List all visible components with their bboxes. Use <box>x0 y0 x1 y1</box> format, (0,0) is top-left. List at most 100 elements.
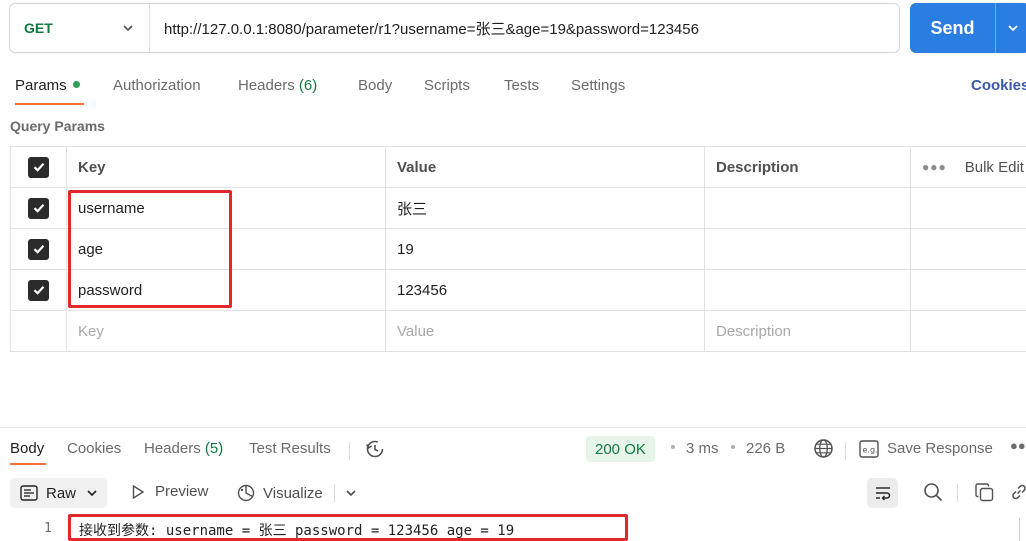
param-value-input[interactable]: 19 <box>386 229 705 269</box>
more-options-icon[interactable]: ●●● <box>922 160 947 174</box>
row-spacer <box>911 188 1026 228</box>
request-tabs: Params Authorization Headers (6) Body Sc… <box>0 70 1026 106</box>
tab-body[interactable]: Body <box>358 77 392 94</box>
response-divider <box>0 427 1026 428</box>
method-select[interactable]: GET <box>10 4 150 52</box>
select-all-checkbox[interactable] <box>28 156 49 178</box>
response-tab-headers[interactable]: Headers (5) <box>144 440 223 457</box>
send-label: Send <box>930 17 975 38</box>
row-checkbox[interactable] <box>28 238 49 260</box>
tab-params-label: Params <box>15 77 67 94</box>
bullet <box>731 445 735 449</box>
chevron-down-icon <box>123 25 133 32</box>
method-label: GET <box>24 20 53 36</box>
send-button[interactable]: Send <box>910 3 1026 53</box>
row-checkbox[interactable] <box>28 197 49 219</box>
response-tab-test-results[interactable]: Test Results <box>249 440 331 457</box>
divider <box>334 484 335 502</box>
divider <box>957 484 958 502</box>
response-size: 226 B <box>746 440 786 457</box>
highlight-box-keys <box>68 190 232 308</box>
send-options-chevron-icon[interactable] <box>996 21 1026 35</box>
column-header-description: Description <box>705 147 911 187</box>
tab-headers[interactable]: Headers (6) <box>238 77 317 94</box>
tab-headers-count: (6) <box>298 77 318 94</box>
response-tab-body[interactable]: Body <box>10 440 44 457</box>
format-label: Raw <box>46 484 77 502</box>
wrap-lines-button[interactable] <box>867 478 898 508</box>
new-key-input[interactable]: Key <box>67 311 386 351</box>
row-spacer <box>911 270 1026 310</box>
visualize-label: Visualize <box>263 484 323 502</box>
tab-settings[interactable]: Settings <box>571 77 625 94</box>
visualize-button[interactable]: Visualize <box>236 483 323 503</box>
text-format-icon <box>20 485 38 501</box>
tab-authorization[interactable]: Authorization <box>113 77 201 94</box>
response-time: 3 ms <box>686 440 719 457</box>
scrollbar[interactable] <box>1019 518 1026 541</box>
svg-text:e.g.: e.g. <box>863 446 878 455</box>
status-badge: 200 OK <box>586 436 655 462</box>
param-description-input[interactable] <box>705 270 911 310</box>
url-input[interactable]: http://127.0.0.1:8080/parameter/r1?usern… <box>150 18 699 39</box>
link-icon[interactable] <box>1010 483 1026 501</box>
bulk-edit-cell: ●●● Bulk Edit <box>911 147 1026 187</box>
row-checkbox[interactable] <box>28 279 49 301</box>
select-all-cell <box>11 147 67 187</box>
column-header-key: Key <box>67 147 386 187</box>
param-value-input[interactable]: 张三 <box>386 188 705 228</box>
param-description-input[interactable] <box>705 188 911 228</box>
active-tab-indicator <box>15 103 84 105</box>
row-checkbox-cell <box>11 188 67 228</box>
cookies-link[interactable]: Cookies <box>971 77 1026 94</box>
checkmark-icon <box>33 204 44 213</box>
param-description-input[interactable] <box>705 229 911 269</box>
bullet <box>671 445 675 449</box>
save-response-button[interactable]: Save Response <box>887 440 993 457</box>
visualize-icon <box>237 484 255 502</box>
response-active-tab-indicator <box>10 463 46 465</box>
response-tab-headers-count: (5) <box>204 440 224 457</box>
divider <box>845 442 846 460</box>
empty-checkbox-cell <box>11 311 67 351</box>
response-tab-headers-label: Headers <box>144 440 201 457</box>
response-toolbar: Raw Preview Visualize <box>0 478 1026 510</box>
row-checkbox-cell <box>11 229 67 269</box>
tab-headers-label: Headers <box>238 77 295 94</box>
row-spacer <box>911 229 1026 269</box>
row-checkbox-cell <box>11 270 67 310</box>
chevron-down-icon <box>87 490 97 497</box>
checkmark-icon <box>33 286 44 295</box>
new-description-input[interactable]: Description <box>705 311 911 351</box>
response-tabs: Body Cookies Headers (5) Test Results 20… <box>0 436 1026 468</box>
visualize-options-chevron-icon[interactable] <box>345 487 357 499</box>
response-tab-cookies[interactable]: Cookies <box>67 440 121 457</box>
tab-tests[interactable]: Tests <box>504 77 539 94</box>
checkmark-icon <box>33 163 44 172</box>
params-active-dot <box>72 80 80 88</box>
new-param-row: Key Value Description <box>11 311 1026 352</box>
search-icon[interactable] <box>923 482 943 502</box>
param-value-input[interactable]: 123456 <box>386 270 705 310</box>
tab-params[interactable]: Params <box>15 77 80 94</box>
wrap-lines-icon <box>875 487 890 501</box>
save-response-icon[interactable]: e.g. <box>859 440 879 461</box>
history-icon[interactable] <box>364 438 386 463</box>
bulk-edit-link[interactable]: Bulk Edit <box>965 159 1024 176</box>
column-header-value: Value <box>386 147 705 187</box>
play-icon <box>132 484 145 499</box>
new-value-input[interactable]: Value <box>386 311 705 351</box>
preview-label: Preview <box>155 483 209 500</box>
line-number: 1 <box>44 521 52 536</box>
request-url-bar: GET http://127.0.0.1:8080/parameter/r1?u… <box>9 3 900 53</box>
format-select[interactable]: Raw <box>10 478 107 508</box>
globe-icon[interactable] <box>813 438 834 462</box>
row-spacer <box>911 311 1026 351</box>
table-header-row: Key Value Description ●●● Bulk Edit <box>11 147 1026 188</box>
checkmark-icon <box>33 245 44 254</box>
tab-scripts[interactable]: Scripts <box>424 77 470 94</box>
more-options-icon[interactable]: ●● <box>1010 438 1026 453</box>
highlight-box-response <box>68 514 628 541</box>
preview-button[interactable]: Preview <box>130 483 208 500</box>
copy-icon[interactable] <box>975 483 994 502</box>
